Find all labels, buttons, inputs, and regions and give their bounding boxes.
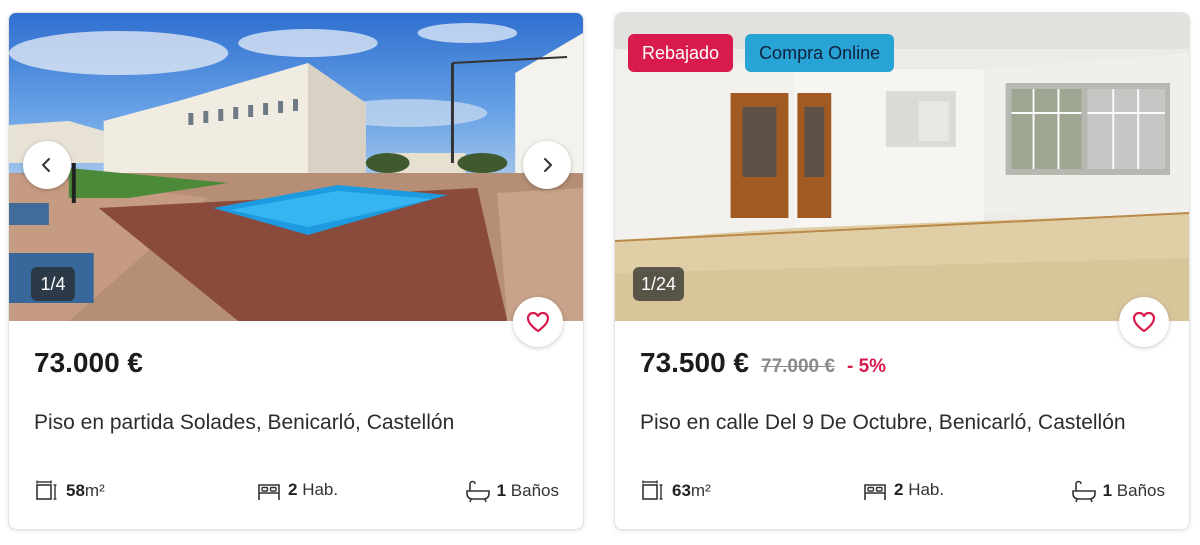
heart-icon [526, 311, 550, 333]
area-unit: m² [690, 481, 711, 500]
favorite-button[interactable] [513, 297, 563, 347]
listing-card[interactable]: Rebajado Compra Online 1/24 73.500 € 77.… [614, 12, 1190, 530]
area-unit: m² [84, 481, 105, 500]
price-row: 73.500 € 77.000 € - 5% [640, 347, 886, 379]
rooms-value: 2 [894, 480, 904, 499]
old-price: 77.000 € [761, 356, 835, 377]
bed-icon [864, 484, 886, 500]
pool-building-photo [9, 13, 583, 321]
feature-area: 63m² [640, 479, 711, 503]
bathtub-icon [465, 480, 490, 503]
chevron-right-icon [544, 158, 552, 172]
badge-online-purchase: Compra Online [745, 34, 895, 72]
bathtub-icon [1071, 480, 1096, 503]
discount: - 5% [846, 356, 887, 377]
feature-baths: 1 Baños [1071, 479, 1165, 503]
area-icon [642, 480, 663, 500]
bed-icon [258, 484, 280, 500]
feature-area: 58m² [34, 479, 105, 503]
area-value: 58 [66, 481, 85, 500]
listing-title[interactable]: Piso en partida Solades, Benicarló, Cast… [34, 411, 454, 435]
feature-rooms: 2 Hab. [862, 479, 944, 501]
badges: Rebajado Compra Online [628, 34, 895, 72]
chevron-left-icon [42, 158, 50, 172]
price-row: 73.000 € [34, 347, 143, 379]
price: 73.000 € [34, 347, 143, 378]
baths-label: Baños [1116, 481, 1165, 500]
price: 73.500 € [640, 347, 749, 378]
baths-label: Baños [510, 481, 559, 500]
previous-photo-button[interactable] [23, 141, 71, 189]
photo-counter: 1/4 [31, 267, 75, 301]
listing-photo[interactable] [9, 13, 583, 321]
area-icon [36, 480, 57, 500]
badge-reduced: Rebajado [628, 34, 734, 72]
listing-card[interactable]: 1/4 73.000 € Piso en partida Solades, Be… [8, 12, 584, 530]
photo-counter: 1/24 [633, 267, 685, 301]
features: 58m² 2 Hab. 1 Baños [34, 479, 559, 505]
rooms-label: Hab. [302, 480, 339, 499]
listing-title[interactable]: Piso en calle Del 9 De Octubre, Benicarl… [640, 411, 1126, 435]
feature-rooms: 2 Hab. [256, 479, 338, 501]
favorite-button[interactable] [1119, 297, 1169, 347]
feature-baths: 1 Baños [465, 479, 559, 503]
area-value: 63 [672, 481, 691, 500]
baths-value: 1 [1102, 481, 1113, 500]
heart-icon [1132, 311, 1156, 333]
next-photo-button[interactable] [523, 141, 571, 189]
rooms-label: Hab. [908, 480, 945, 499]
features: 63m² 2 Hab. 1 Baños [640, 479, 1165, 505]
baths-value: 1 [496, 481, 507, 500]
rooms-value: 2 [288, 480, 298, 499]
